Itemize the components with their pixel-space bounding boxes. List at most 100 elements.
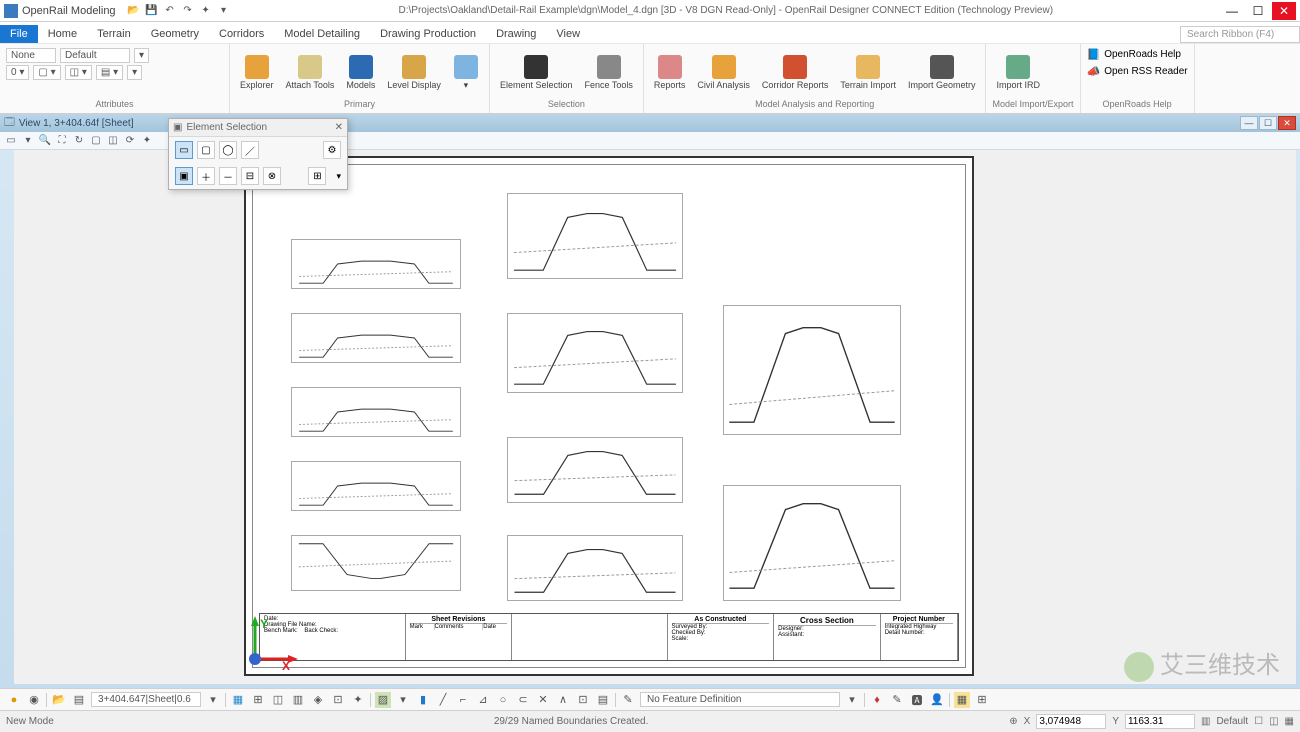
qat-open-icon[interactable]: 📂	[126, 3, 142, 19]
b12[interactable]: ⊿	[475, 692, 491, 708]
b11[interactable]: ⌐	[455, 692, 471, 708]
class-combo[interactable]: ◫ ▾	[65, 65, 92, 80]
b7[interactable]: ▨	[375, 692, 391, 708]
b4[interactable]: ◈	[310, 692, 326, 708]
b3[interactable]: ▥	[290, 692, 306, 708]
tab-file[interactable]: File	[0, 25, 38, 43]
view-tool-2[interactable]: ▾	[21, 134, 35, 148]
lineweight-combo[interactable]: 0 ▾	[6, 65, 29, 80]
tab-corridors[interactable]: Corridors	[209, 25, 274, 43]
view-tool-1[interactable]: ▭	[4, 134, 18, 148]
ribbon-search[interactable]: Search Ribbon (F4)	[1180, 26, 1300, 43]
sel-tool-block[interactable]: ▢	[197, 141, 215, 159]
b2[interactable]: ◫	[270, 692, 286, 708]
b23[interactable]: 👤	[929, 692, 945, 708]
s1[interactable]: ☐	[1254, 716, 1263, 727]
tab-model-detailing[interactable]: Model Detailing	[274, 25, 370, 43]
snap-mode-icon[interactable]: ●	[6, 692, 22, 708]
x-input[interactable]	[1036, 714, 1106, 729]
sel-mode-clear[interactable]: ⊗	[263, 167, 281, 185]
explorer-button[interactable]: Explorer	[236, 53, 278, 92]
tab-drawing[interactable]: Drawing	[486, 25, 546, 43]
attach-tools-button[interactable]: Attach Tools	[282, 53, 339, 92]
b15[interactable]: ✕	[535, 692, 551, 708]
level-combo[interactable]: None	[6, 48, 56, 63]
view-max-button[interactable]: ☐	[1259, 116, 1277, 130]
sel-tool-shape[interactable]: ◯	[219, 141, 237, 159]
tab-view[interactable]: View	[546, 25, 590, 43]
view-tool-8[interactable]: ✦	[140, 134, 154, 148]
keyin-icon[interactable]: ▤	[71, 692, 87, 708]
b21[interactable]: ✎	[889, 692, 905, 708]
sel-tool-line[interactable]: ／	[241, 141, 259, 159]
tab-drawing-production[interactable]: Drawing Production	[370, 25, 486, 43]
sel-tool-settings[interactable]: ⚙	[323, 141, 341, 159]
level-icon[interactable]: ▥	[1201, 716, 1210, 727]
view-tool-5[interactable]: ▢	[89, 134, 103, 148]
b14[interactable]: ⊂	[515, 692, 531, 708]
sel-mode-all[interactable]: ⊞	[308, 167, 326, 185]
qat-undo-icon[interactable]: ↶	[162, 3, 178, 19]
civil-analysis-button[interactable]: Civil Analysis	[693, 53, 754, 92]
s2[interactable]: ◫	[1269, 716, 1278, 727]
minimize-button[interactable]: —	[1220, 2, 1244, 20]
b16[interactable]: ∧	[555, 692, 571, 708]
accudraw-icon[interactable]: 📂	[51, 692, 67, 708]
view-tool-6[interactable]: ◫	[106, 134, 120, 148]
b20[interactable]: ♦	[869, 692, 885, 708]
close-button[interactable]: ✕	[1272, 2, 1296, 20]
b9[interactable]: ▮	[415, 692, 431, 708]
palette-pin-icon[interactable]: ✕	[335, 122, 343, 133]
b10[interactable]: ╱	[435, 692, 451, 708]
tab-geometry[interactable]: Geometry	[141, 25, 209, 43]
snap-combo[interactable]: 3+404.647|Sheet|0.6	[91, 692, 201, 707]
sel-mode-new[interactable]: ▣	[175, 167, 193, 185]
grid-icon[interactable]: ⊞	[250, 692, 266, 708]
fence-tools-button[interactable]: Fence Tools	[580, 53, 636, 92]
b8[interactable]: ▾	[395, 692, 411, 708]
maximize-button[interactable]: ☐	[1246, 2, 1270, 20]
view-close-button[interactable]: ✕	[1278, 116, 1296, 130]
b5[interactable]: ⊡	[330, 692, 346, 708]
coord-sys-icon[interactable]: ⊕	[1009, 716, 1017, 727]
b24[interactable]: ▦	[954, 692, 970, 708]
view-tool-rotate-icon[interactable]: ↻	[72, 134, 86, 148]
view-min-button[interactable]: —	[1240, 116, 1258, 130]
linestyle-combo[interactable]: ▾	[134, 48, 149, 63]
qat-redo-icon[interactable]: ↷	[180, 3, 196, 19]
b18[interactable]: ▤	[595, 692, 611, 708]
sel-mode-invert[interactable]: ⊟	[241, 167, 259, 185]
import-ird-button[interactable]: Import IRD	[992, 53, 1044, 92]
template-combo[interactable]: ▤ ▾	[96, 65, 123, 80]
tab-home[interactable]: Home	[38, 25, 87, 43]
b17[interactable]: ⊡	[575, 692, 591, 708]
sel-tool-individual[interactable]: ▭	[175, 141, 193, 159]
element-selection-palette[interactable]: ▣ Element Selection ✕ ▭ ▢ ◯ ／ ⚙ ▣ ＋ － ⊟ …	[168, 118, 348, 190]
more-primary-button[interactable]: ▾	[449, 53, 483, 92]
color-combo[interactable]: Default	[60, 48, 130, 63]
acs-icon[interactable]: ▦	[230, 692, 246, 708]
reports-button[interactable]: Reports	[650, 53, 690, 92]
palette-expand-icon[interactable]: ▾	[336, 171, 341, 182]
sel-mode-add[interactable]: ＋	[197, 167, 215, 185]
view-tool-zoom-icon[interactable]: 🔍	[38, 134, 52, 148]
b6[interactable]: ✦	[350, 692, 366, 708]
feature-def-icon[interactable]: ✎	[620, 692, 636, 708]
terrain-import-button[interactable]: Terrain Import	[836, 53, 900, 92]
locks-icon[interactable]: ◉	[26, 692, 42, 708]
models-button[interactable]: Models	[342, 53, 379, 92]
level-display-button[interactable]: Level Display	[383, 53, 445, 92]
view-tool-7[interactable]: ⟳	[123, 134, 137, 148]
b19[interactable]: ▾	[844, 692, 860, 708]
s3[interactable]: ▦	[1285, 716, 1294, 727]
qat-save-icon[interactable]: 💾	[144, 3, 160, 19]
element-selection-button[interactable]: Element Selection	[496, 53, 577, 92]
qat-print-icon[interactable]: ✦	[198, 3, 214, 19]
tool-1[interactable]: ▾	[205, 692, 221, 708]
view-tool-fit-icon[interactable]: ⛶	[55, 134, 69, 148]
fill-combo[interactable]: ▢ ▾	[33, 65, 60, 80]
tab-terrain[interactable]: Terrain	[87, 25, 141, 43]
b25[interactable]: ⊞	[974, 692, 990, 708]
priority-combo[interactable]: ▾	[127, 65, 142, 80]
import-geometry-button[interactable]: Import Geometry	[904, 53, 980, 92]
